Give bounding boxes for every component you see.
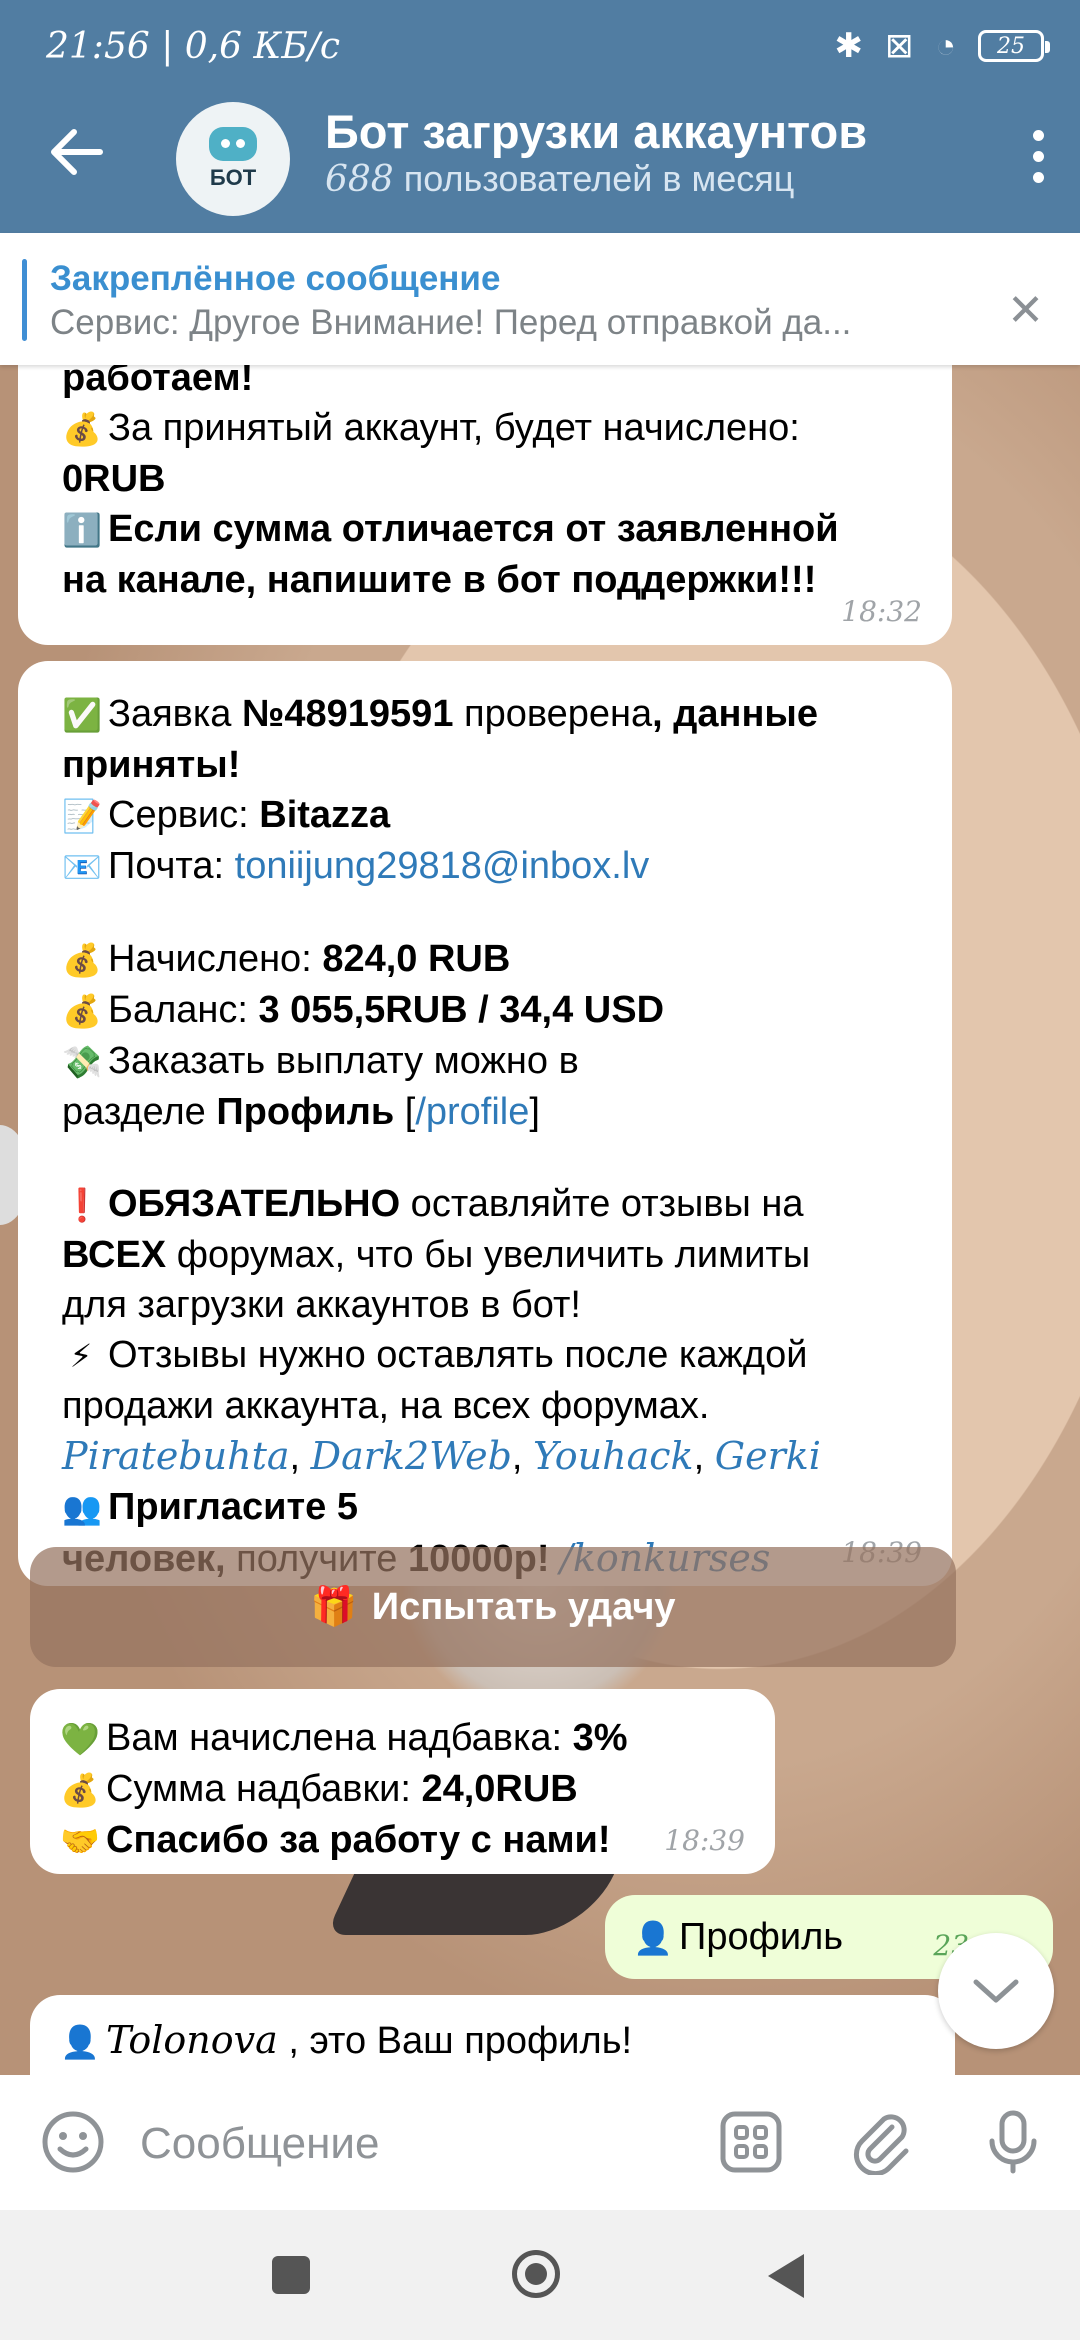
emoji-icon[interactable] xyxy=(40,2109,106,2175)
recents-icon[interactable] xyxy=(272,2256,310,2294)
message-line: ✅ Заявка №48919591 проверена, данные xyxy=(62,689,922,740)
status-icons: ✱ ⊠ ◔ 25 xyxy=(834,26,1050,66)
message-line: 👥 Пригласите 5 xyxy=(62,1482,922,1533)
pinned-message[interactable]: Закреплённое сообщение Сервис: Другое Вн… xyxy=(0,233,1080,365)
avatar[interactable]: БОТ xyxy=(176,102,290,216)
message-input-bar: Сообщение xyxy=(0,2075,1080,2210)
pinned-title: Закреплённое сообщение xyxy=(50,259,501,298)
forum-link[interactable]: Dark2Web xyxy=(311,1434,512,1478)
message-bubble[interactable]: 💚 Вам начислена надбавка: 3% 💰 Сумма надба… xyxy=(30,1689,775,1874)
bot-keyboard-icon[interactable] xyxy=(718,2109,784,2175)
money-bag-icon: 💰 xyxy=(62,411,102,447)
back-icon[interactable] xyxy=(768,2254,804,2298)
message-time: 18:39 xyxy=(664,1824,745,1857)
message-input[interactable]: Сообщение xyxy=(140,2119,379,2169)
money-bag-icon: 💰 xyxy=(62,942,102,978)
handshake-icon: 🤝 xyxy=(60,1823,100,1859)
memo-icon: 📝 xyxy=(62,798,102,834)
user-icon: 👤 xyxy=(633,1920,673,1956)
lightning-icon: ⚡ xyxy=(69,1338,93,1374)
message-text: 0RUB xyxy=(62,458,166,500)
microphone-icon[interactable] xyxy=(980,2109,1046,2175)
close-icon[interactable]: ✕ xyxy=(1007,285,1044,336)
message-line: 📧 Почта: toniijung29818@inbox.lv xyxy=(62,841,922,892)
chevron-down-icon xyxy=(973,1979,1019,2003)
people-icon: 👥 xyxy=(62,1490,102,1526)
exclamation-icon: ❗ xyxy=(62,1187,102,1223)
email-link[interactable]: toniijung29818@inbox.lv xyxy=(235,845,650,887)
top-bar: 21:56 | 0,6 КБ/с ✱ ⊠ ◔ 25 БОТ Бот загруз… xyxy=(0,0,1080,233)
avatar-label: БОТ xyxy=(209,165,257,190)
message-text: для загрузки аккаунтов в бот! xyxy=(62,1284,581,1326)
message-line: 💰 За принятый аккаунт, будет начислено: xyxy=(62,403,922,454)
message-text: работаем! xyxy=(62,365,254,399)
message-line: 💰 Баланс: 3 055,5RUB / 34,4 USD xyxy=(62,985,922,1036)
battery-icon: 25 xyxy=(978,30,1050,62)
message-line: 👤 Tolonova , это Ваш профиль! xyxy=(60,2015,925,2067)
message-line: 📝 Сервис: Bitazza xyxy=(62,790,922,841)
check-mark-icon: ✅ xyxy=(62,697,102,733)
wifi-icon: ◔ xyxy=(935,26,956,65)
forum-link[interactable]: Piratebuhta xyxy=(62,1434,290,1478)
no-sim-icon: ⊠ xyxy=(884,27,914,65)
message-line: 💰 Начислено: 824,0 RUB xyxy=(62,934,922,985)
message-bubble[interactable]: 👤 Tolonova , это Ваш профиль! xyxy=(30,1995,955,2075)
system-navigation-bar xyxy=(0,2210,1080,2340)
info-icon: ℹ️ xyxy=(62,512,102,548)
message-line: 💚 Вам начислена надбавка: 3% xyxy=(60,1713,745,1764)
chat-title[interactable]: Бот загрузки аккаунтов xyxy=(325,104,867,159)
money-bag-icon: 💰 xyxy=(60,1772,100,1808)
robot-icon xyxy=(209,127,257,161)
message-line: разделе Профиль [/profile] xyxy=(62,1091,540,1133)
bluetooth-icon: ✱ xyxy=(834,27,863,65)
envelope-icon: 📧 xyxy=(62,849,102,885)
more-menu-icon[interactable] xyxy=(1030,130,1046,183)
forum-link[interactable]: Youhack xyxy=(533,1434,694,1478)
green-heart-icon: 💚 xyxy=(60,1721,100,1757)
money-wings-icon: 💸 xyxy=(62,1044,102,1080)
chat-area[interactable]: работаем! 💰 За принятый аккаунт, будет на… xyxy=(0,365,1080,2075)
message-time: 18:32 xyxy=(841,595,922,628)
button-label: Испытать удачу xyxy=(371,1585,676,1628)
profile-command-link[interactable]: /profile xyxy=(415,1091,529,1133)
message-text: на канале, напишите в бот поддержки!!! xyxy=(62,559,817,601)
pinned-text: Сервис: Другое Внимание! Перед отправкой… xyxy=(50,303,852,342)
forum-links: Piratebuhta, Dark2Web, Youhack, Gerki xyxy=(62,1434,821,1478)
message-bubble[interactable]: работаем! 💰 За принятый аккаунт, будет на… xyxy=(18,365,952,645)
chat-subtitle: 688 пользователей в месяц xyxy=(325,158,795,200)
message-text: продажи аккаунта, на всех форумах. xyxy=(62,1385,710,1427)
message-line: 💸 Заказать выплату можно в xyxy=(62,1036,922,1087)
forum-link[interactable]: Gerki xyxy=(715,1434,821,1478)
message-line: ℹ️ Если сумма отличается от заявленной xyxy=(62,504,922,555)
status-time: 21:56 | 0,6 КБ/с xyxy=(46,26,341,67)
message-line: 💰 Сумма надбавки: 24,0RUB xyxy=(60,1764,745,1815)
message-bubble[interactable]: ✅ Заявка №48919591 проверена, данные прин… xyxy=(18,661,952,1586)
back-arrow-icon[interactable] xyxy=(48,124,104,180)
scroll-down-button[interactable] xyxy=(938,1933,1054,2049)
status-bar: 21:56 | 0,6 КБ/с ✱ ⊠ ◔ 25 xyxy=(0,0,1080,95)
message-text: приняты! xyxy=(62,744,241,786)
message-line: 🤝 Спасибо за работу с нами! xyxy=(60,1815,745,1866)
pinned-accent-bar xyxy=(22,259,27,341)
user-icon: 👤 xyxy=(60,2024,100,2060)
gift-icon: 🎁 xyxy=(310,1586,358,1628)
message-line: ⚡ Отзывы нужно оставлять после каждой xyxy=(62,1330,922,1381)
message-line: ВСЕХ форумах, что бы увеличить лимиты xyxy=(62,1234,811,1276)
attach-icon[interactable] xyxy=(848,2109,914,2175)
message-line: ❗ ОБЯЗАТЕЛЬНО оставляйте отзывы на xyxy=(62,1179,922,1230)
home-icon[interactable] xyxy=(512,2250,560,2298)
money-bag-icon: 💰 xyxy=(62,993,102,1029)
try-luck-button[interactable]: 🎁 Испытать удачу xyxy=(30,1547,956,1667)
